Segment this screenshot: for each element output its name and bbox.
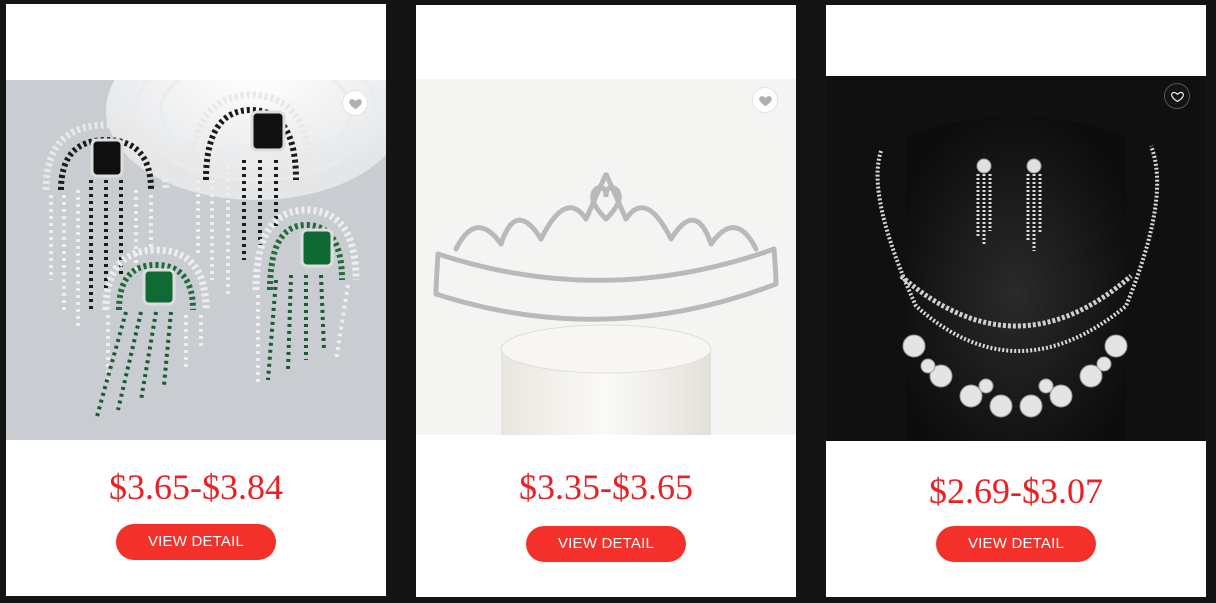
view-detail-button[interactable]: VIEW DETAIL (116, 524, 276, 560)
favorite-button[interactable] (342, 90, 368, 116)
view-detail-button[interactable]: VIEW DETAIL (526, 526, 686, 562)
heart-icon (758, 95, 772, 106)
favorite-button[interactable] (1164, 83, 1190, 109)
product-price: $3.35-$3.65 (519, 467, 693, 507)
earrings-photo (6, 80, 386, 440)
product-image[interactable] (416, 79, 796, 435)
view-detail-button[interactable]: VIEW DETAIL (936, 526, 1096, 562)
product-card[interactable]: $3.35-$3.65 VIEW DETAIL (416, 5, 796, 597)
tiara-photo (416, 79, 796, 435)
product-price: $2.69-$3.07 (929, 471, 1103, 511)
product-card[interactable]: $3.65-$3.84 VIEW DETAIL (6, 4, 386, 596)
product-image[interactable] (6, 80, 386, 440)
heart-icon (348, 98, 362, 109)
product-price: $3.65-$3.84 (109, 467, 283, 507)
favorite-button[interactable] (752, 87, 778, 113)
product-image[interactable] (826, 76, 1206, 441)
product-card[interactable]: $2.69-$3.07 VIEW DETAIL (826, 5, 1206, 597)
necklace-set-photo (826, 76, 1206, 441)
heart-icon (1170, 91, 1184, 102)
